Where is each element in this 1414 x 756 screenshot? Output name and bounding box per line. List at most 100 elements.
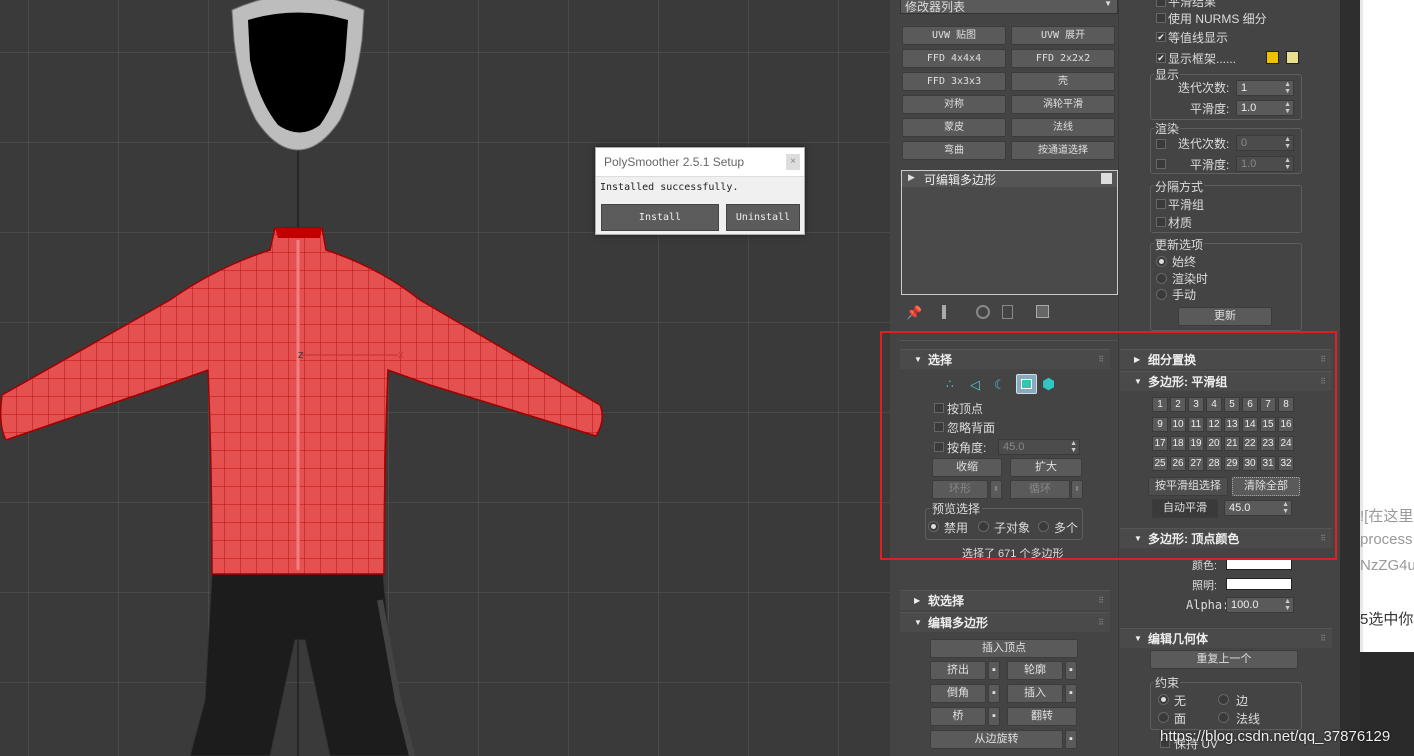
soft-selection-title: 软选择 bbox=[928, 594, 965, 608]
use-nurms-label: 使用 NURMS 细分 bbox=[1168, 12, 1267, 26]
constraint-face-radio[interactable] bbox=[1158, 712, 1169, 723]
display-title: 显示 bbox=[1154, 66, 1181, 83]
alpha-spinner[interactable]: 100.0 ▲ ▼ bbox=[1226, 597, 1294, 613]
modifier-button[interactable]: 涡轮平滑 bbox=[1011, 95, 1115, 114]
3d-viewport[interactable]: Z X PolySmoother 2.5.1 Setup × Installed… bbox=[0, 0, 890, 756]
constraint-edge-radio[interactable] bbox=[1218, 694, 1229, 705]
update-button[interactable]: 更新 bbox=[1178, 307, 1272, 326]
expand-icon: ▶ bbox=[914, 596, 921, 605]
uninstall-button[interactable]: Uninstall bbox=[726, 204, 800, 231]
modifier-button[interactable]: 对称 bbox=[902, 95, 1006, 114]
edit-geometry-title: 编辑几何体 bbox=[1148, 632, 1209, 646]
update-always-radio[interactable] bbox=[1156, 256, 1167, 267]
modifier-list-dropdown[interactable]: 修改器列表 ▼ bbox=[900, 0, 1118, 14]
collapse-icon: ▼ bbox=[1134, 634, 1142, 643]
cage-color2-swatch[interactable] bbox=[1286, 51, 1299, 64]
update-manual-label: 手动 bbox=[1172, 288, 1197, 302]
install-button[interactable]: Install bbox=[601, 204, 719, 231]
outline-settings-icon[interactable]: ▪ bbox=[1065, 661, 1077, 680]
constraints-title: 约束 bbox=[1154, 674, 1181, 691]
modifier-button[interactable]: UVW 贴图 bbox=[902, 26, 1006, 45]
bevel-button[interactable]: 倒角 bbox=[930, 684, 986, 703]
render-smoothness-checkbox[interactable] bbox=[1156, 159, 1166, 169]
render-iterations-spinner[interactable]: 0 ▲ ▼ bbox=[1236, 135, 1294, 151]
pin-stack-icon[interactable]: 📌 bbox=[906, 305, 922, 321]
render-smoothness-value: 1.0 bbox=[1241, 158, 1257, 170]
expand-icon[interactable]: ▶ bbox=[908, 172, 915, 183]
flip-button[interactable]: 翻转 bbox=[1007, 707, 1077, 726]
alpha-value: 100.0 bbox=[1231, 599, 1259, 611]
smoothness-spinner[interactable]: 1.0 ▲ ▼ bbox=[1236, 100, 1294, 116]
extrude-button[interactable]: 挤出 bbox=[930, 661, 986, 680]
constraint-none-radio[interactable] bbox=[1158, 694, 1169, 705]
modifier-button[interactable]: FFD 2x2x2 bbox=[1011, 49, 1115, 68]
separate-by-title: 分隔方式 bbox=[1154, 178, 1205, 195]
isoline-checkbox[interactable]: ✔ bbox=[1156, 32, 1166, 42]
repeat-last-button[interactable]: 重复上一个 bbox=[1150, 650, 1298, 669]
cage-color1-swatch[interactable] bbox=[1266, 51, 1279, 64]
outline-button[interactable]: 轮廓 bbox=[1007, 661, 1063, 680]
update-render-label: 渲染时 bbox=[1172, 272, 1209, 286]
polysmoother-setup-dialog: PolySmoother 2.5.1 Setup × Installed suc… bbox=[595, 147, 805, 235]
modifier-button[interactable]: UVW 展开 bbox=[1011, 26, 1115, 45]
update-options-title: 更新选项 bbox=[1154, 236, 1205, 253]
soft-selection-rollout-header[interactable]: ▶ 软选择 ⠿ bbox=[900, 590, 1110, 610]
remove-modifier-icon[interactable] bbox=[1002, 305, 1013, 319]
materials-label: 材质 bbox=[1168, 216, 1193, 230]
dialog-title: PolySmoother 2.5.1 Setup bbox=[596, 148, 804, 177]
modifier-button[interactable]: 弯曲 bbox=[902, 141, 1006, 160]
iterations-label: 迭代次数: bbox=[1178, 81, 1230, 95]
smoothing-groups-checkbox[interactable] bbox=[1156, 199, 1166, 209]
inset-button[interactable]: 插入 bbox=[1007, 684, 1063, 703]
drag-handle-icon[interactable]: ⠿ bbox=[1320, 629, 1326, 649]
render-iterations-label: 迭代次数: bbox=[1178, 137, 1230, 151]
update-always-label: 始终 bbox=[1172, 255, 1197, 269]
hinge-settings-icon[interactable]: ▪ bbox=[1065, 730, 1077, 749]
insert-vertex-button[interactable]: 插入顶点 bbox=[930, 639, 1078, 658]
materials-checkbox[interactable] bbox=[1156, 217, 1166, 227]
web-text-line3: NzZG4u bbox=[1360, 557, 1414, 574]
edit-poly-rollout-header[interactable]: ▼ 编辑多边形 ⠿ bbox=[900, 612, 1110, 632]
extrude-settings-icon[interactable]: ▪ bbox=[988, 661, 1000, 680]
render-smoothness-spinner[interactable]: 1.0 ▲ ▼ bbox=[1236, 156, 1294, 172]
modifier-button[interactable]: FFD 4x4x4 bbox=[902, 49, 1006, 68]
show-result-label: 平滑结果 bbox=[1168, 0, 1217, 9]
illumination-swatch[interactable] bbox=[1226, 578, 1292, 590]
iterations-spinner[interactable]: 1 ▲ ▼ bbox=[1236, 80, 1294, 96]
visibility-icon[interactable] bbox=[1101, 173, 1112, 184]
configure-sets-icon[interactable] bbox=[1036, 305, 1049, 318]
modifier-button[interactable]: 法线 bbox=[1011, 118, 1115, 137]
modifier-stack[interactable]: ▶ 可编辑多边形 bbox=[901, 170, 1118, 295]
bridge-settings-icon[interactable]: ▪ bbox=[988, 707, 1000, 726]
inset-settings-icon[interactable]: ▪ bbox=[1065, 684, 1077, 703]
chevron-down-icon: ▼ bbox=[1104, 0, 1112, 8]
axis-x-label: X bbox=[398, 351, 404, 360]
show-result-checkbox[interactable] bbox=[1156, 0, 1166, 7]
edit-geometry-rollout-header[interactable]: ▼ 编辑几何体 ⠿ bbox=[1120, 628, 1332, 648]
update-render-radio[interactable] bbox=[1156, 273, 1167, 284]
show-cage-checkbox[interactable]: ✔ bbox=[1156, 53, 1166, 63]
use-nurms-checkbox[interactable] bbox=[1156, 13, 1166, 23]
constraint-normal-radio[interactable] bbox=[1218, 712, 1229, 723]
modifier-button[interactable]: FFD 3x3x3 bbox=[902, 72, 1006, 91]
render-smoothness-label: 平滑度: bbox=[1190, 158, 1230, 172]
modifier-button[interactable]: 壳 bbox=[1011, 72, 1115, 91]
drag-handle-icon[interactable]: ⠿ bbox=[1098, 591, 1104, 611]
modifier-button[interactable]: 蒙皮 bbox=[902, 118, 1006, 137]
edit-poly-title: 编辑多边形 bbox=[928, 616, 989, 630]
panel-scrollbar[interactable] bbox=[1340, 0, 1360, 756]
update-manual-radio[interactable] bbox=[1156, 289, 1167, 300]
bevel-settings-icon[interactable]: ▪ bbox=[988, 684, 1000, 703]
make-unique-icon[interactable] bbox=[976, 305, 990, 319]
hinge-from-edge-button[interactable]: 从边旋转 bbox=[930, 730, 1063, 749]
bridge-button[interactable]: 桥 bbox=[930, 707, 986, 726]
show-end-result-icon[interactable] bbox=[942, 305, 946, 319]
close-icon[interactable]: × bbox=[786, 154, 800, 170]
render-iterations-checkbox[interactable] bbox=[1156, 139, 1166, 149]
watermark: https://blog.csdn.net/qq_37876129 bbox=[1160, 728, 1391, 745]
dialog-message: Installed successfully. bbox=[600, 182, 739, 193]
render-title: 渲染 bbox=[1154, 120, 1181, 137]
modifier-button[interactable]: 按通道选择 bbox=[1011, 141, 1115, 160]
drag-handle-icon[interactable]: ⠿ bbox=[1098, 613, 1104, 633]
stack-item[interactable]: ▶ 可编辑多边形 bbox=[902, 171, 1117, 187]
